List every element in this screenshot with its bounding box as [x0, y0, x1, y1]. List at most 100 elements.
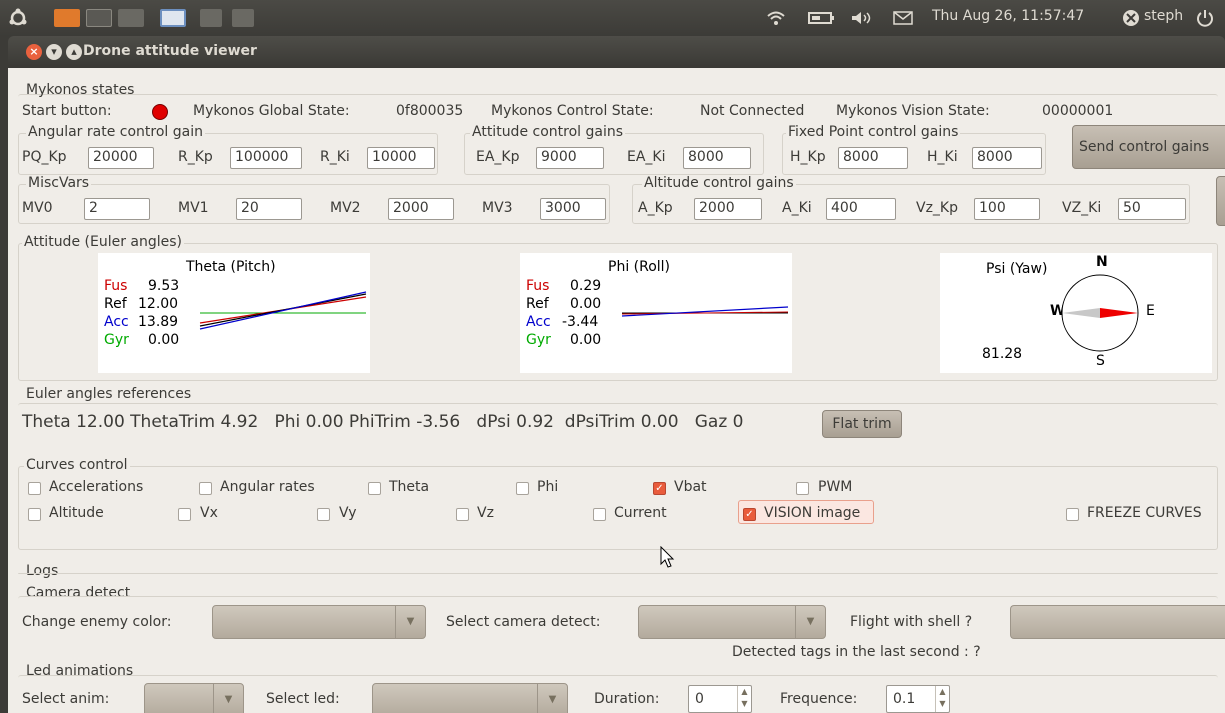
phi-acc-label: Acc — [526, 314, 551, 330]
camera-detect-dropdown[interactable]: ▼ — [638, 605, 826, 639]
phi-checkbox-label: Phi — [537, 479, 559, 495]
h-kp-label: H_Kp — [790, 149, 826, 165]
mv0-field[interactable]: 2 — [84, 198, 150, 220]
ea-kp-label: EA_Kp — [476, 149, 520, 165]
pq-kp-field[interactable]: 20000 — [88, 147, 154, 169]
clock[interactable]: Thu Aug 26, 11:57:47 — [932, 8, 1084, 24]
main-window: Mykonos states Start button: Mykonos Glo… — [8, 68, 1225, 713]
user-status-icon[interactable] — [1122, 9, 1140, 27]
phi-ref-value: 0.00 — [570, 296, 602, 312]
control-state-value: Not Connected — [700, 103, 805, 119]
theta-gyr-label: Gyr — [104, 332, 129, 348]
phi-checkbox[interactable] — [516, 482, 529, 495]
folder-launcher-icon[interactable] — [54, 9, 80, 27]
led-label: Select led: — [266, 691, 340, 707]
vz-ki-field[interactable]: 50 — [1118, 198, 1186, 220]
compass-e: E — [1146, 303, 1155, 319]
altitude-gain-title: Altitude control gains — [642, 175, 796, 191]
current-label: Current — [614, 505, 667, 521]
euler-refs-text: Theta 12.00 ThetaTrim 4.92 Phi 0.00 PhiT… — [22, 412, 744, 432]
mv3-field[interactable]: 3000 — [540, 198, 606, 220]
theta-fus-label: Fus — [104, 278, 128, 294]
flat-trim-button[interactable]: Flat trim — [822, 410, 902, 438]
mv1-label: MV1 — [178, 200, 209, 216]
vz-checkbox[interactable] — [456, 508, 469, 521]
extra-button[interactable] — [1216, 176, 1225, 226]
freeze-curves-label: FREEZE CURVES — [1087, 505, 1202, 521]
r-ki-field[interactable]: 10000 — [367, 147, 435, 169]
spinner-arrows-icon[interactable]: ▲ ▼ — [935, 686, 949, 712]
current-checkbox[interactable] — [593, 508, 606, 521]
vy-checkbox[interactable] — [317, 508, 330, 521]
global-state-value: 0f800035 — [396, 103, 464, 119]
attitude-title: Attitude (Euler angles) — [22, 234, 184, 250]
frequence-spinner[interactable]: 0.1 ▲ ▼ — [886, 685, 950, 713]
h-kp-field[interactable]: 8000 — [838, 147, 908, 169]
h-ki-field[interactable]: 8000 — [972, 147, 1042, 169]
r-ki-label: R_Ki — [320, 149, 350, 165]
mv1-field[interactable]: 20 — [236, 198, 302, 220]
maximize-icon[interactable]: ▴ — [66, 44, 82, 60]
theta-ref-value: 12.00 — [138, 296, 179, 312]
enemy-color-dropdown[interactable]: ▼ — [212, 605, 426, 639]
a-ki-label: A_Ki — [782, 200, 812, 216]
vx-checkbox[interactable] — [178, 508, 191, 521]
h-ki-label: H_Ki — [927, 149, 958, 165]
ea-kp-field[interactable]: 9000 — [536, 147, 604, 169]
terminal-launcher-icon[interactable] — [86, 9, 112, 27]
workspace-icon[interactable] — [200, 9, 222, 27]
mv2-field[interactable]: 2000 — [388, 198, 454, 220]
freeze-curves-checkbox[interactable] — [1066, 508, 1079, 521]
user-name[interactable]: steph — [1144, 8, 1183, 24]
anim-label: Select anim: — [22, 691, 110, 707]
control-state-label: Mykonos Control State: — [491, 103, 654, 119]
vbat-label: Vbat — [674, 479, 707, 495]
phi-fus-label: Fus — [526, 278, 550, 294]
power-icon[interactable] — [1196, 9, 1214, 27]
euler-refs-title: Euler angles references — [26, 386, 192, 402]
anim-dropdown[interactable]: ▼ — [144, 683, 244, 713]
miscvars-title: MiscVars — [26, 175, 92, 191]
duration-spinner[interactable]: 0 ▲ ▼ — [688, 685, 752, 713]
theta-indicator — [199, 291, 367, 330]
ubuntu-logo-icon[interactable] — [8, 8, 28, 26]
a-kp-field[interactable]: 2000 — [694, 198, 762, 220]
ea-ki-field[interactable]: 8000 — [683, 147, 751, 169]
start-button[interactable] — [152, 104, 168, 120]
mv0-label: MV0 — [22, 200, 53, 216]
battery-icon[interactable] — [808, 9, 836, 27]
wifi-icon[interactable] — [766, 9, 786, 27]
accelerations-checkbox[interactable] — [28, 482, 41, 495]
duration-label: Duration: — [594, 691, 660, 707]
vz-kp-label: Vz_Kp — [916, 200, 958, 216]
minimize-icon[interactable]: ▾ — [46, 44, 62, 60]
detected-tags-text: Detected tags in the last second : ? — [732, 644, 981, 660]
phi-title: Phi (Roll) — [608, 259, 671, 275]
window-launcher-icon[interactable] — [160, 9, 186, 27]
vbat-checkbox[interactable]: ✓ — [653, 482, 666, 495]
shell-dropdown[interactable] — [1010, 605, 1225, 639]
theta-gyr-value: 0.00 — [148, 332, 180, 348]
angular-rates-checkbox[interactable] — [199, 482, 212, 495]
close-icon[interactable]: × — [26, 44, 42, 60]
r-kp-field[interactable]: 100000 — [230, 147, 302, 169]
vz-kp-field[interactable]: 100 — [974, 198, 1040, 220]
altitude-checkbox[interactable] — [28, 508, 41, 521]
a-ki-field[interactable]: 400 — [826, 198, 896, 220]
led-dropdown[interactable]: ▼ — [372, 683, 568, 713]
workspace2-icon[interactable] — [232, 9, 254, 27]
phi-fus-value: 0.29 — [570, 278, 602, 294]
pwm-checkbox[interactable] — [796, 482, 809, 495]
volume-icon[interactable] — [850, 9, 872, 27]
theta-checkbox[interactable] — [368, 482, 381, 495]
spinner-arrows-icon[interactable]: ▲ ▼ — [737, 686, 751, 712]
psi-title: Psi (Yaw) — [986, 261, 1048, 277]
vz-label: Vz — [477, 505, 494, 521]
send-control-gains-button[interactable]: Send control gains — [1072, 125, 1225, 169]
theta-checkbox-label: Theta — [389, 479, 430, 495]
phi-gyr-value: 0.00 — [570, 332, 602, 348]
fixed-gain-title: Fixed Point control gains — [786, 124, 961, 140]
mail-icon[interactable] — [892, 9, 914, 27]
vision-image-checkbox[interactable]: ✓ — [743, 508, 756, 521]
files-launcher-icon[interactable] — [118, 9, 144, 27]
